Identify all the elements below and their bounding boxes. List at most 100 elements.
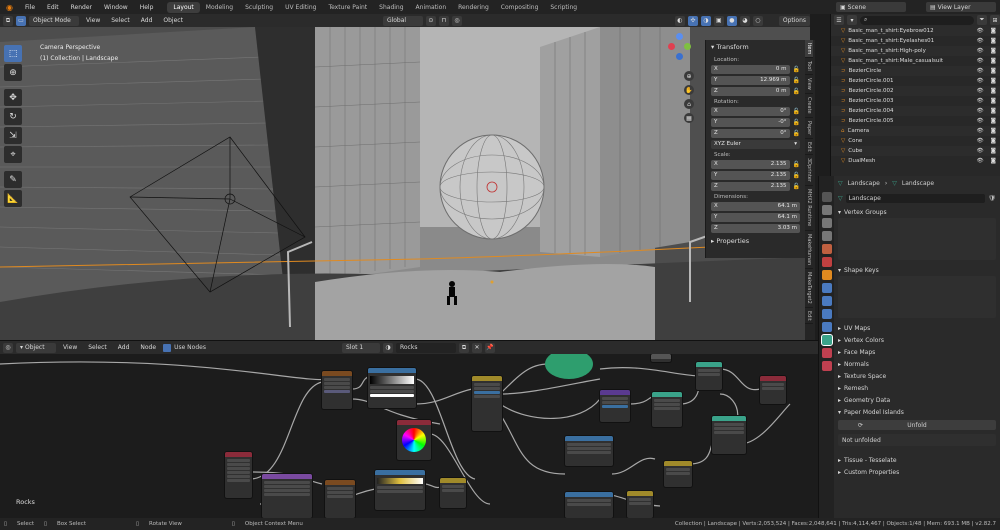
render-camera-icon[interactable]: ◙ (991, 68, 996, 74)
mesh-name-field[interactable]: Landscape (845, 193, 986, 203)
render-camera-icon[interactable]: ◙ (991, 28, 996, 34)
node-texture-coordinate[interactable] (225, 452, 252, 498)
visibility-eye-icon[interactable]: 👁 (977, 118, 984, 124)
tab-uv-editing[interactable]: UV Editing (279, 2, 322, 13)
lock-icon[interactable]: 🔓 (793, 77, 800, 84)
lock-icon[interactable]: 🔓 (793, 183, 800, 190)
menu-render[interactable]: Render (65, 4, 98, 11)
select-box-tool-icon[interactable]: ⬚ (4, 45, 22, 62)
lock-icon[interactable]: 🔓 (793, 119, 800, 126)
tool-tab-icon[interactable] (821, 192, 832, 202)
outliner-item[interactable]: ⊃ BezierCircle.001 👁 ◙ (831, 76, 1000, 86)
color-wheel-icon[interactable] (402, 428, 426, 452)
proportional-icon[interactable]: ◎ (451, 15, 462, 26)
visibility-eye-icon[interactable]: 👁 (977, 128, 984, 134)
outliner-item[interactable]: ⊃ BezierCircle.003 👁 ◙ (831, 96, 1000, 106)
visibility-eye-icon[interactable]: 👁 (977, 38, 984, 44)
move-tool-icon[interactable]: ✥ (4, 89, 22, 106)
node-voronoi-texture[interactable] (565, 492, 613, 518)
x-axis-icon[interactable] (668, 43, 675, 50)
location-x-field[interactable]: X 0 m (711, 64, 790, 74)
scale-tool-icon[interactable]: ⇲ (4, 127, 22, 144)
material-sphere-icon[interactable]: ◑ (382, 342, 393, 353)
menu-select[interactable]: Select (84, 343, 111, 353)
dimensions-y-field[interactable]: Y 64.1 m (711, 212, 800, 222)
tab-shading[interactable]: Shading (373, 2, 409, 13)
render-camera-icon[interactable]: ◙ (991, 128, 996, 134)
tissue-tesselate-header[interactable]: ▸ Tissue - Tesselate (834, 454, 1000, 466)
tab-mhx2-runtime[interactable]: MHX2 Runtime (805, 186, 813, 231)
outliner-item[interactable]: ▽ Basic_man_t_shirt:Eyelashes01 👁 ◙ (831, 36, 1000, 46)
menu-select[interactable]: Select (107, 16, 134, 26)
outliner-item[interactable]: ▽ Basic_man_t_shirt:Eyebrow012 👁 ◙ (831, 26, 1000, 36)
node-editor-canvas[interactable]: Rocks (0, 354, 830, 518)
texture-tab-icon[interactable] (821, 361, 832, 371)
render-tab-icon[interactable] (821, 205, 832, 215)
pin-icon[interactable]: 📌 (484, 342, 495, 353)
tab-modeling[interactable]: Modeling (200, 2, 239, 13)
outliner-item[interactable]: ▽ Basic_man_t_shirt:Male_casualsuit 👁 ◙ (831, 56, 1000, 66)
location-y-field[interactable]: Y 12.969 m (711, 75, 790, 85)
shape-keys-header[interactable]: ▾ Shape Keys (834, 264, 1000, 276)
outliner-item[interactable]: ⊃ BezierCircle.005 👁 ◙ (831, 116, 1000, 126)
menu-object[interactable]: Object (159, 16, 187, 26)
tab-texture-paint[interactable]: Texture Paint (322, 2, 373, 13)
fake-user-icon[interactable]: 🛡 (988, 195, 996, 202)
zoom-icon[interactable]: ⊕ (684, 71, 694, 81)
transform-panel-header[interactable]: ▾ Transform (706, 40, 805, 54)
object-tab-icon[interactable] (821, 270, 832, 280)
node-bump[interactable] (600, 390, 630, 422)
blender-logo-icon[interactable]: ◉ (0, 3, 19, 12)
view-layer-selector[interactable]: ▤ View Layer (926, 2, 996, 12)
camera-view-icon[interactable]: ⌂ (684, 99, 694, 109)
outliner-item[interactable]: ▽ Cube 👁 ◙ (831, 146, 1000, 156)
rotation-mode-dropdown[interactable]: XYZ Euler ▾ (711, 139, 800, 149)
paper-model-islands-header[interactable]: ▾ Paper Model Islands (834, 406, 1000, 418)
navigation-gizmo[interactable] (668, 33, 698, 65)
visibility-eye-icon[interactable]: 👁 (977, 48, 984, 54)
select-mode-icon[interactable]: ▭ (16, 15, 26, 26)
scale-y-field[interactable]: Y 2.135 (711, 170, 790, 180)
visibility-eye-icon[interactable]: 👁 (977, 108, 984, 114)
node-math[interactable] (664, 461, 692, 487)
use-nodes-toggle[interactable]: Use Nodes (163, 343, 206, 352)
scale-x-field[interactable]: X 2.135 (711, 159, 790, 169)
filter-icon[interactable]: ⏷ (977, 15, 987, 25)
visibility-icon[interactable]: ◐ (674, 15, 685, 26)
render-camera-icon[interactable]: ◙ (991, 98, 996, 104)
tab-animation[interactable]: Animation (410, 2, 453, 13)
data-tab-icon[interactable] (820, 334, 833, 346)
unfold-button[interactable]: ⟳ Unfold (838, 420, 996, 430)
tab-item[interactable]: Item (805, 40, 813, 59)
outliner-item[interactable]: ⊃ BezierCircle.004 👁 ◙ (831, 106, 1000, 116)
tab-tool[interactable]: Tool (805, 58, 813, 76)
render-camera-icon[interactable]: ◙ (991, 138, 996, 144)
tab-edit[interactable]: Edit (805, 139, 813, 156)
z-axis-icon[interactable] (676, 33, 683, 40)
material-tab-icon[interactable] (821, 348, 832, 358)
outliner-item[interactable]: ⌂ Camera 👁 ◙ (831, 126, 1000, 136)
custom-properties-header[interactable]: ▸ Custom Properties (834, 466, 1000, 478)
unlink-material-icon[interactable]: ✕ (471, 342, 482, 353)
output-tab-icon[interactable] (821, 218, 832, 228)
node-mix-rgb[interactable] (440, 478, 466, 508)
modifier-tab-icon[interactable] (821, 283, 832, 293)
menu-file[interactable]: File (19, 4, 41, 11)
visibility-eye-icon[interactable]: 👁 (977, 78, 984, 84)
visibility-eye-icon[interactable]: 👁 (977, 158, 984, 164)
uv-maps-header[interactable]: ▸ UV Maps (834, 322, 1000, 334)
render-camera-icon[interactable]: ◙ (991, 158, 996, 164)
texture-space-header[interactable]: ▸ Texture Space (834, 370, 1000, 382)
visibility-eye-icon[interactable]: 👁 (977, 138, 984, 144)
outliner-item[interactable]: ▽ Cone 👁 ◙ (831, 136, 1000, 146)
transform-tool-icon[interactable]: ⌖ (4, 146, 22, 163)
scene-selector[interactable]: ▣ Scene (836, 2, 906, 12)
y-axis-icon[interactable] (684, 43, 691, 50)
material-name-field[interactable]: Rocks (395, 342, 456, 353)
menu-window[interactable]: Window (98, 4, 134, 11)
shape-keys-list[interactable] (838, 276, 996, 318)
vertex-groups-header[interactable]: ▾ Vertex Groups (834, 206, 1000, 218)
geometry-data-header[interactable]: ▸ Geometry Data (834, 394, 1000, 406)
editor-type-icon[interactable]: ◎ (3, 342, 13, 353)
physics-tab-icon[interactable] (821, 309, 832, 319)
